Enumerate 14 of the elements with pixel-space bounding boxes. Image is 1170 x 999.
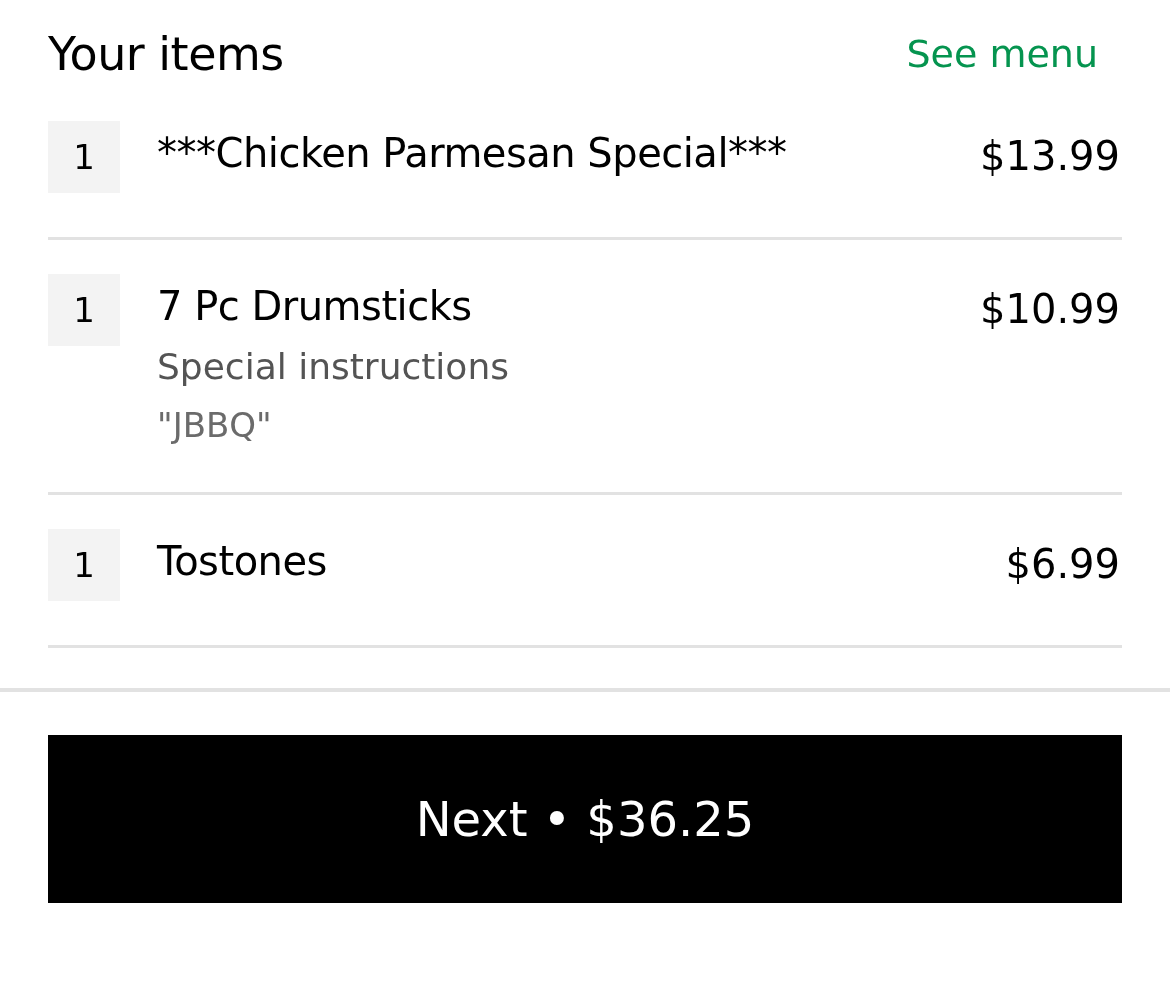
item-price: $10.99 [980,285,1121,332]
instructions-text: "JBBQ" [157,404,273,447]
quantity-badge[interactable]: 1 [48,274,120,346]
see-menu-link[interactable]: See menu [906,32,1098,76]
quantity-badge[interactable]: 1 [48,121,120,193]
item-price: $6.99 [1005,540,1121,587]
item-name: 7 Pc Drumsticks [157,282,473,331]
next-button[interactable]: Next • $36.25 [48,735,1122,903]
section-title: Your items [48,27,284,81]
item-price: $13.99 [980,132,1121,179]
item-name: ***Chicken Parmesan Special*** [157,129,788,178]
item-name: Tostones [157,537,328,586]
instructions-label: Special instructions [157,345,510,389]
quantity-badge[interactable]: 1 [48,529,120,601]
